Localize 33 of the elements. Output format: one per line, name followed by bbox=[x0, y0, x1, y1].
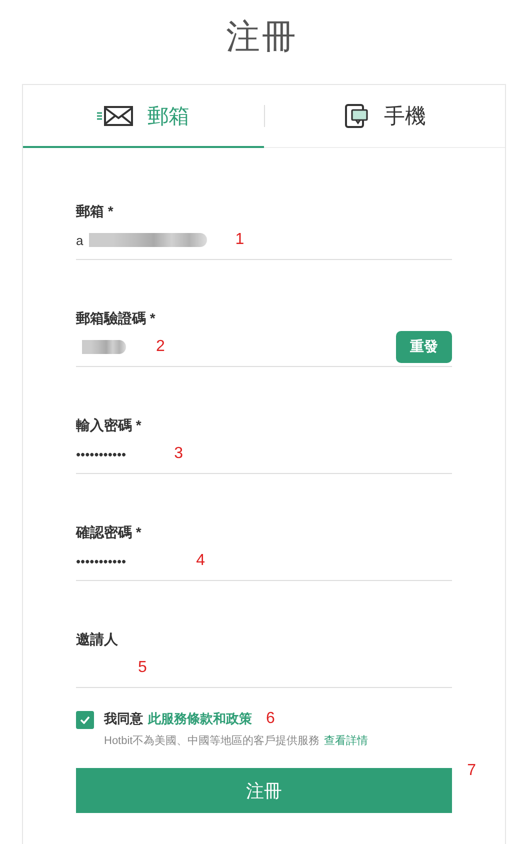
terms-link[interactable]: 此服務條款和政策 bbox=[148, 710, 252, 728]
annotation-number: 1 bbox=[235, 231, 244, 249]
phone-icon bbox=[344, 102, 370, 128]
agree-text: 我同意 bbox=[104, 710, 143, 728]
input-field[interactable]: ••••••••••• 4 bbox=[76, 542, 452, 581]
notice-text: Hotbit不為美國、中國等地區的客戶提供服務 bbox=[104, 734, 320, 748]
field-label: 郵箱驗證碼 * bbox=[76, 310, 156, 328]
annotation-number: 7 bbox=[467, 762, 476, 780]
checkbox[interactable] bbox=[76, 711, 94, 729]
field-label: 邀請人 bbox=[76, 631, 119, 649]
tab[interactable]: 手機 bbox=[264, 85, 505, 148]
input-field[interactable]: ••••••••••• 3 bbox=[76, 435, 452, 474]
annotation-number: 6 bbox=[266, 710, 275, 728]
field-value: ••••••••••• bbox=[76, 446, 126, 462]
annotation-number: 2 bbox=[156, 338, 165, 356]
tab[interactable]: 郵箱 bbox=[23, 85, 264, 148]
resend-button[interactable]: 重發 bbox=[396, 331, 452, 363]
input-field[interactable]: a 1 bbox=[76, 221, 452, 260]
field-label: 確認密碼 * bbox=[76, 524, 142, 542]
input-field[interactable]: 2 重發 bbox=[76, 328, 452, 367]
page-title: 注冊 bbox=[226, 17, 298, 58]
annotation-number: 3 bbox=[174, 445, 183, 463]
field-value: ••••••••••• bbox=[76, 554, 126, 568]
details-link[interactable]: 查看詳情 bbox=[324, 733, 368, 748]
annotation-number: 4 bbox=[196, 552, 205, 570]
input-field[interactable]: 5 bbox=[76, 649, 452, 688]
mail-icon bbox=[97, 106, 134, 126]
check-icon bbox=[80, 716, 90, 724]
field-value: a bbox=[76, 232, 84, 248]
register-button[interactable]: 注冊 bbox=[76, 768, 452, 813]
field-label: 郵箱 * bbox=[76, 203, 114, 221]
annotation-number: 5 bbox=[138, 659, 147, 677]
field-label: 輸入密碼 * bbox=[76, 417, 142, 435]
